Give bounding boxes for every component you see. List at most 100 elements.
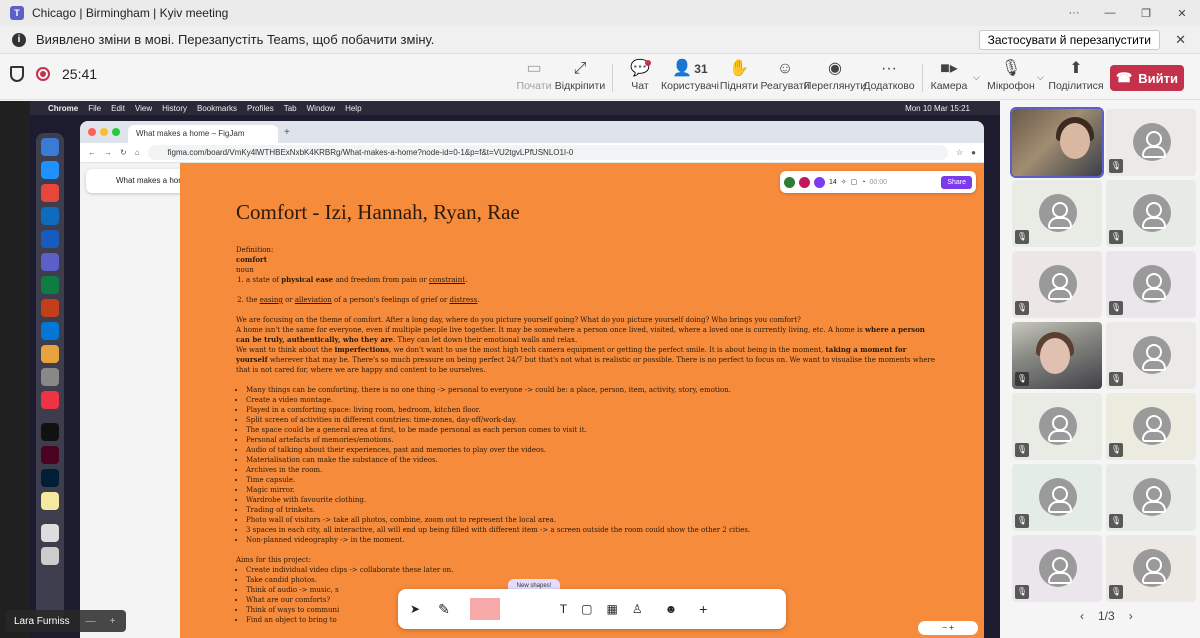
shield-icon[interactable]	[10, 66, 24, 82]
list-item: Photo wall of visitors -> take all photo…	[246, 515, 936, 525]
stamp-tool-icon[interactable]: ♙	[632, 602, 643, 616]
definition-word: comfort	[236, 255, 267, 264]
start-label: Почати	[516, 80, 552, 92]
participant-tile[interactable]: 🎙	[1012, 535, 1102, 602]
avatar-icon	[1039, 407, 1077, 445]
mac-menu-item: Bookmarks	[197, 103, 238, 113]
raise-label: Підняти	[719, 80, 759, 92]
mac-menu-item: History	[162, 103, 188, 113]
finder-icon	[41, 138, 59, 156]
close-window-button[interactable]: ✕	[1164, 0, 1200, 26]
onedrive-icon	[41, 322, 59, 340]
comment-icon[interactable]: ▢	[851, 178, 858, 186]
figjam-board[interactable]: What makes a home 14 ✧ ▢ ◔ 00:00 Share C…	[80, 163, 984, 638]
gallery-pager: ‹ 1/3 ›	[1080, 609, 1133, 623]
mic-off-icon: 🎙	[1015, 372, 1029, 386]
leave-button[interactable]: ☎ Вийти	[1110, 65, 1184, 91]
zoom-dot-icon[interactable]	[112, 128, 120, 136]
outlook-icon	[41, 207, 59, 225]
more-button[interactable]: ··· Додатково	[860, 58, 918, 98]
more-options-icon[interactable]: ···	[1056, 0, 1092, 26]
table-tool-icon[interactable]: ▦	[606, 602, 617, 616]
mic-button[interactable]: 🎙 Мікрофон	[982, 58, 1040, 98]
list-item: Archives in the room.	[246, 465, 936, 475]
new-tab-icon[interactable]: +	[284, 127, 290, 138]
cursor-chat-icon[interactable]: ✧	[841, 178, 847, 186]
back-icon[interactable]: ←	[88, 148, 96, 157]
launchpad-icon	[41, 345, 59, 363]
participant-tile[interactable]: 🎙	[1106, 464, 1196, 531]
participant-tile[interactable]: 🎙	[1106, 393, 1196, 460]
mic-options-chevron-icon[interactable]: ⌵	[1037, 72, 1044, 83]
timer-icon[interactable]: ◔	[861, 179, 865, 186]
sticky-note-icon[interactable]	[469, 598, 500, 620]
participant-tile[interactable]: 🎙	[1012, 464, 1102, 531]
profile-icon[interactable]: ●	[971, 148, 976, 157]
chrome-icon	[41, 184, 59, 202]
mac-menu-item: Window	[306, 103, 336, 113]
camera-options-chevron-icon[interactable]: ⌵	[973, 72, 980, 83]
share-button[interactable]: ⬆ Поділитися	[1047, 58, 1105, 98]
minus-icon[interactable]: —	[86, 616, 96, 627]
zoom-controls[interactable]: − +	[918, 621, 978, 635]
reload-icon[interactable]: ↻	[120, 148, 127, 157]
home-icon[interactable]: ⌂	[135, 148, 140, 157]
apply-restart-button[interactable]: Застосувати й перезапустити	[978, 30, 1160, 50]
figjam-share-button[interactable]: Share	[941, 175, 972, 189]
participant-tile[interactable]: 🎙	[1106, 251, 1196, 318]
minimize-button[interactable]: —	[1092, 0, 1128, 26]
comfort-document: Comfort - Izi, Hannah, Ryan, Rae Definit…	[236, 199, 936, 625]
stickers-icon[interactable]: ☻	[665, 602, 678, 616]
list-item: Time capsule.	[246, 475, 936, 485]
chevron-right-icon[interactable]: ›	[1129, 609, 1133, 623]
participant-video-tile[interactable]	[1010, 107, 1104, 178]
list-item: Create a video montage.	[246, 395, 936, 405]
camera-label: Камера	[930, 80, 968, 92]
participant-tile[interactable]: 🎙	[1106, 535, 1196, 602]
mac-app-name: Chrome	[48, 103, 79, 113]
camera-button[interactable]: ■▸ Камера	[920, 58, 978, 98]
marker-tool-icon[interactable]: ✎	[438, 601, 450, 618]
orange-section[interactable]: 14 ✧ ▢ ◔ 00:00 Share Comfort - Izi, Hann…	[180, 163, 984, 638]
bookmark-star-icon[interactable]: ☆	[956, 148, 963, 157]
forward-icon[interactable]: →	[104, 148, 112, 157]
close-dot-icon[interactable]	[88, 128, 96, 136]
avatar-icon	[1133, 194, 1171, 232]
close-icon[interactable]: ✕	[1175, 32, 1186, 48]
participant-video-tile[interactable]: 🎙	[1012, 322, 1102, 389]
text-tool-icon[interactable]: T	[560, 602, 567, 616]
url-field[interactable]: figma.com/board/VmKy4lWTHBExNxbK4KRBRg/W…	[147, 145, 948, 160]
mac-menu-item: Tab	[283, 103, 297, 113]
mic-off-icon: 🎙	[1109, 585, 1123, 599]
photoshop-icon	[41, 469, 59, 487]
unpin-button[interactable]: ⤢ Відкріпити	[551, 58, 609, 98]
mic-off-icon: 🎙	[1015, 301, 1029, 315]
avatar-icon	[1133, 407, 1171, 445]
avatar[interactable]	[814, 176, 825, 188]
browser-tab[interactable]: What makes a home – FigJam	[128, 125, 278, 143]
participant-tile[interactable]: 🎙	[1106, 180, 1196, 247]
participant-tile[interactable]: 🎙	[1106, 322, 1196, 389]
avatar[interactable]	[784, 176, 795, 188]
recording-icon[interactable]	[36, 67, 50, 81]
list-item: Take candid photos.	[246, 575, 936, 585]
maximize-button[interactable]: ❐	[1128, 0, 1164, 26]
minimize-dot-icon[interactable]	[100, 128, 108, 136]
more-tools-icon[interactable]: +	[699, 601, 707, 617]
section-tool-icon[interactable]: ▢	[581, 602, 592, 616]
mic-off-icon: 🎙	[1109, 159, 1123, 173]
view-button[interactable]: ◉ Переглянути	[804, 58, 866, 98]
move-tool-icon[interactable]: ➤	[410, 602, 420, 616]
ellipsis-icon: ···	[881, 60, 897, 77]
avatar-icon	[1039, 194, 1077, 232]
avatar[interactable]	[799, 176, 810, 188]
plus-icon[interactable]: +	[110, 616, 116, 627]
participant-tile[interactable]: 🎙	[1012, 251, 1102, 318]
settings-icon	[41, 368, 59, 386]
chevron-left-icon[interactable]: ‹	[1080, 609, 1084, 623]
teams-icon	[41, 253, 59, 271]
mac-menu-item: Edit	[111, 103, 125, 113]
participant-tile[interactable]: 🎙	[1012, 393, 1102, 460]
participant-tile[interactable]: 🎙	[1012, 180, 1102, 247]
participant-tile[interactable]: 🎙	[1106, 109, 1196, 176]
